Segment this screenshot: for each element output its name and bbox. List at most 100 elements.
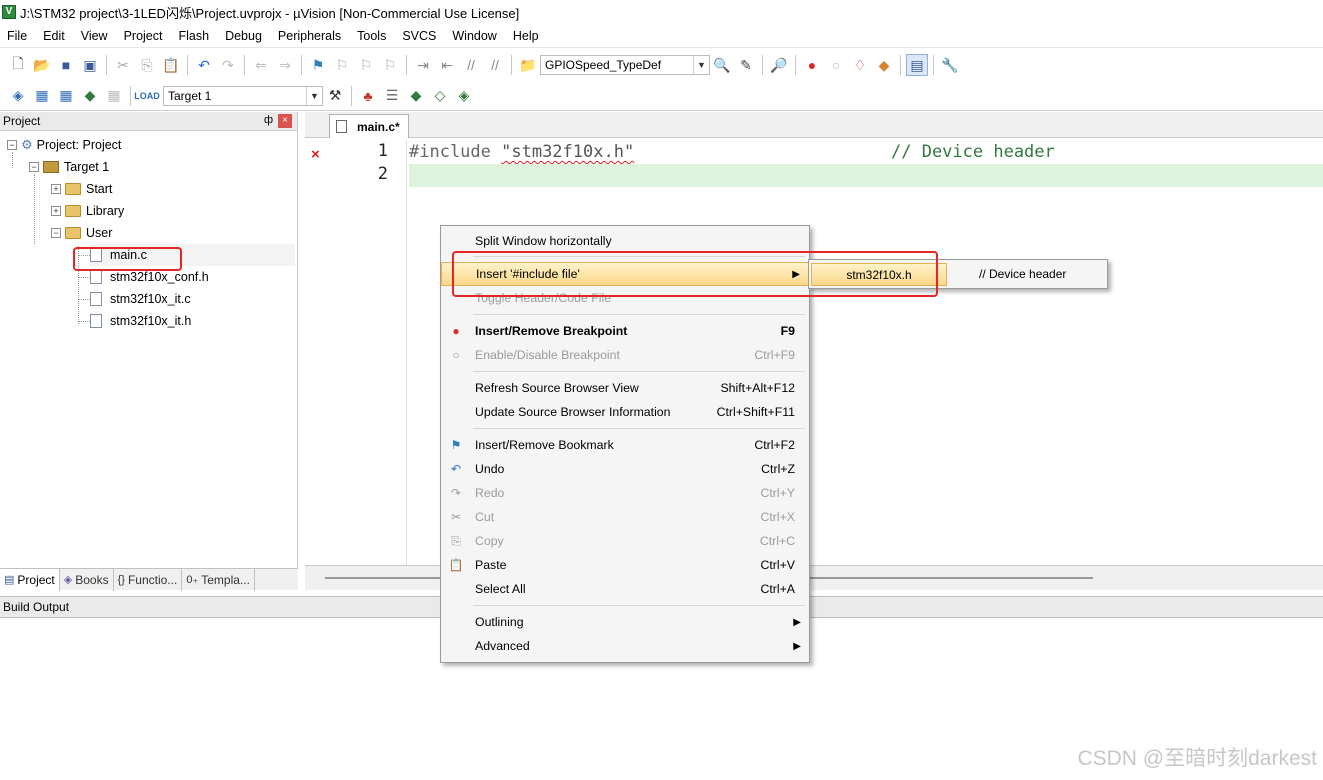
highlight-box-insert-include <box>452 251 938 297</box>
indent-icon[interactable]: ⇥ <box>412 54 434 76</box>
comment-icon[interactable]: // <box>460 54 482 76</box>
menu-item-undo[interactable]: ↶ Undo Ctrl+Z <box>441 457 809 481</box>
menu-svcs[interactable]: SVCS <box>394 24 444 48</box>
redo-icon[interactable]: ↷ <box>217 54 239 76</box>
find-icon[interactable]: 🔍 <box>711 54 733 76</box>
pack-installer-icon[interactable]: ◇ <box>429 85 451 107</box>
chevron-down-icon[interactable]: ▼ <box>306 86 322 105</box>
download-icon[interactable]: LOAD <box>134 85 160 107</box>
manage-project-items-icon[interactable]: ♣ <box>357 85 379 107</box>
save-all-icon[interactable]: ▣ <box>79 54 101 76</box>
chevron-down-icon[interactable]: ▼ <box>693 56 709 74</box>
tree-item-group-library[interactable]: + Library <box>51 200 124 222</box>
collapse-icon[interactable]: − <box>7 140 17 150</box>
disable-breakpoint-icon[interactable]: ○ <box>825 54 847 76</box>
menu-help[interactable]: Help <box>505 24 547 48</box>
menu-edit[interactable]: Edit <box>35 24 73 48</box>
find-combo-value: GPIOSpeed_TypeDef <box>545 58 662 72</box>
code-line-1[interactable]: #include "stm32f10x.h" // Device header <box>409 141 1323 164</box>
breakpoint-icon[interactable]: ● <box>801 54 823 76</box>
incremental-find-icon[interactable]: ✎ <box>735 54 757 76</box>
pack-installer-2-icon[interactable]: ◈ <box>453 85 475 107</box>
code-line-2[interactable] <box>409 164 1323 187</box>
menu-flash[interactable]: Flash <box>170 24 217 48</box>
tree-item-group-user[interactable]: − User <box>51 222 112 244</box>
nav-forward-icon[interactable]: ⇒ <box>274 54 296 76</box>
tree-item-project[interactable]: − ⚙ Project: Project <box>7 134 121 156</box>
target-options-icon[interactable]: ⚒ <box>324 85 346 107</box>
uncomment-icon[interactable]: // <box>484 54 506 76</box>
menu-peripherals[interactable]: Peripherals <box>270 24 349 48</box>
toolbar-separator <box>762 55 763 75</box>
undo-icon[interactable]: ↶ <box>193 54 215 76</box>
breakpoint-icon: ● <box>452 324 460 338</box>
collapse-icon[interactable]: − <box>51 228 61 238</box>
menu-item-paste[interactable]: 📋 Paste Ctrl+V <box>441 553 809 577</box>
tab-functions[interactable]: {} Functio... <box>114 568 183 591</box>
configure-icon[interactable]: 🔧 <box>939 54 961 76</box>
prev-bookmark-icon[interactable]: ⚐ <box>331 54 353 76</box>
cut-icon[interactable]: ✂ <box>112 54 134 76</box>
select-packs-icon[interactable]: ☰ <box>381 85 403 107</box>
kill-breakpoints-icon[interactable]: ◆ <box>873 54 895 76</box>
window-layout-icon[interactable]: ▤ <box>906 54 928 76</box>
target-combo[interactable]: Target 1 ▼ <box>163 85 323 106</box>
unindent-icon[interactable]: ⇤ <box>436 54 458 76</box>
next-bookmark-icon[interactable]: ⚐ <box>355 54 377 76</box>
tab-books[interactable]: ◈ Books <box>60 568 114 591</box>
manage-rte-icon[interactable]: ◆ <box>405 85 427 107</box>
menu-separator <box>473 605 805 606</box>
menu-item-outlining[interactable]: Outlining ▶ <box>441 610 809 634</box>
close-icon[interactable]: × <box>278 114 292 128</box>
batch-build-icon[interactable]: ◆ <box>79 85 101 107</box>
menu-item-split-window[interactable]: Split Window horizontally <box>441 229 809 253</box>
collapse-icon[interactable]: − <box>29 162 39 172</box>
build-icon[interactable]: ▦ <box>31 85 53 107</box>
find-in-files-icon[interactable]: 📁 <box>517 54 539 76</box>
bookmark-icon[interactable]: ⚑ <box>307 54 329 76</box>
expand-icon[interactable]: + <box>51 206 61 216</box>
tree-item-stm32f10x-it-c[interactable]: stm32f10x_it.c <box>90 288 191 310</box>
open-folder-icon[interactable]: 📂 <box>31 54 53 76</box>
tab-project[interactable]: ▤ Project <box>0 568 60 591</box>
menu-item-insert-remove-bookmark[interactable]: ⚑ Insert/Remove Bookmark Ctrl+F2 <box>441 433 809 457</box>
tree-label: Project: Project <box>36 138 122 152</box>
menu-view[interactable]: View <box>73 24 116 48</box>
toolbar-separator <box>406 55 407 75</box>
menu-item-insert-remove-breakpoint[interactable]: ● Insert/Remove Breakpoint F9 <box>441 319 809 343</box>
menu-file[interactable]: File <box>0 24 35 48</box>
tab-templates[interactable]: 0₊ Templa... <box>182 568 255 591</box>
menu-item-select-all[interactable]: Select All Ctrl+A <box>441 577 809 601</box>
tree-item-group-start[interactable]: + Start <box>51 178 112 200</box>
menu-item-advanced[interactable]: Advanced ▶ <box>441 634 809 658</box>
menu-window[interactable]: Window <box>444 24 504 48</box>
pin-icon[interactable]: ф <box>264 114 273 126</box>
menu-item-refresh-source-browser[interactable]: Refresh Source Browser View Shift+Alt+F1… <box>441 376 809 400</box>
menu-item-label: Undo <box>475 462 505 476</box>
menu-item-update-source-browser[interactable]: Update Source Browser Information Ctrl+S… <box>441 400 809 424</box>
menu-project[interactable]: Project <box>116 24 171 48</box>
toolbar-separator <box>933 55 934 75</box>
tree-item-target[interactable]: − Target 1 <box>29 156 109 178</box>
paste-icon[interactable]: 📋 <box>160 54 182 76</box>
tree-label: stm32f10x_conf.h <box>110 270 209 284</box>
save-icon[interactable]: ■ <box>55 54 77 76</box>
clear-bookmarks-icon[interactable]: ⚐ <box>379 54 401 76</box>
tab-main-c[interactable]: main.c* <box>329 114 409 138</box>
menu-tools[interactable]: Tools <box>349 24 394 48</box>
menu-item-shortcut: Ctrl+Y <box>760 486 795 500</box>
translate-icon[interactable]: ◈ <box>7 85 29 107</box>
copy-icon[interactable]: ⎘ <box>136 54 158 76</box>
rebuild-icon[interactable]: ▦ <box>55 85 77 107</box>
tree-label: Target 1 <box>64 160 110 174</box>
new-file-icon[interactable]: 🗋 <box>7 54 29 76</box>
uvision-app-icon: V <box>2 5 16 19</box>
stop-build-icon[interactable]: ▦ <box>103 85 125 107</box>
nav-back-icon[interactable]: ⇐ <box>250 54 272 76</box>
disable-all-breakpoints-icon[interactable]: ♢ <box>849 54 871 76</box>
find-combo[interactable]: GPIOSpeed_TypeDef ▼ <box>540 55 710 75</box>
menu-debug[interactable]: Debug <box>217 24 270 48</box>
tree-item-stm32f10x-it-h[interactable]: stm32f10x_it.h <box>90 310 191 332</box>
debug-session-icon[interactable]: 🔎 <box>768 54 790 76</box>
expand-icon[interactable]: + <box>51 184 61 194</box>
